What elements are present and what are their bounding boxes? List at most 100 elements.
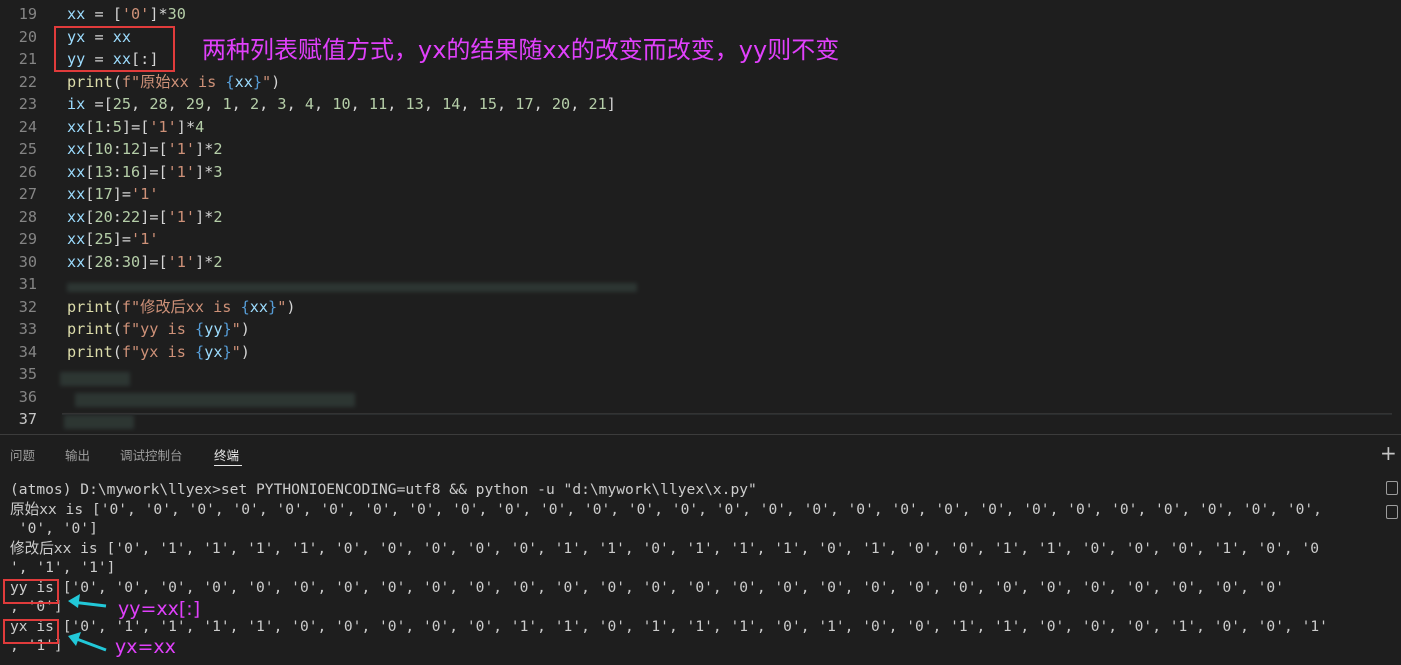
code-text: print(f"yy is {yy}") [67,318,250,340]
code-line[interactable]: 34 print(f"yx is {yx}") [0,341,1401,363]
code-token: , [314,95,333,113]
tab-output[interactable]: 输出 [65,445,90,464]
code-token: xx [67,117,86,136]
terminal-line: yy is ['0', '0', '0', '0', '0', '0', '0'… [10,578,1284,596]
tab-terminal[interactable]: 终端 [214,445,239,464]
tab-debug-console[interactable]: 调试控制台 [120,445,183,464]
code-token: : [112,140,122,158]
code-token: print [67,72,113,91]
code-token: 13 [94,162,113,181]
line-number: 29 [18,230,37,248]
code-line[interactable]: 37 [0,408,1401,430]
tab-problems[interactable]: 问题 [10,445,35,464]
code-token: xx [234,72,253,91]
code-token: { [240,297,250,316]
code-token: 20 [551,95,571,113]
yx-yy-highlight-box [54,26,175,72]
code-line[interactable]: 33 print(f"yy is {yy}") [0,318,1401,340]
code-line[interactable]: 24 xx[1:5]=['1']*4 [0,116,1401,138]
code-token: 3 [213,162,223,181]
code-token: 28 [94,252,113,271]
line-number: 28 [18,207,37,226]
code-token: 1 [222,95,232,113]
code-token: : [103,117,113,136]
code-line[interactable]: 23 ix =[25, 28, 29, 1, 2, 3, 4, 10, 11, 1… [0,93,1401,115]
code-token: 10 [94,140,113,158]
code-token: = [ [85,5,122,23]
code-text: xx[13:16]=['1']*3 [67,161,223,183]
code-token: ]* [195,140,214,158]
code-token: ]= [112,230,132,248]
line-number: 33 [18,320,37,338]
code-token: '1' [167,140,196,158]
code-token: 29 [185,95,205,113]
code-token: ( [112,320,122,338]
code-token: 30 [121,252,141,271]
code-token: " [231,342,241,361]
code-line[interactable]: 30 xx[28:30]=['1']*2 [0,251,1401,273]
code-token: '1' [149,117,177,136]
code-token: ( [112,72,122,91]
code-token: print [67,297,113,316]
code-line[interactable]: 29 xx[25]='1' [0,228,1401,250]
code-token: : [112,207,122,226]
line-number: 20 [18,27,37,46]
code-token: 2 [213,207,223,226]
terminal-list-icon[interactable] [1386,505,1398,519]
code-token: ( [112,342,122,361]
terminal-list-icon[interactable] [1386,481,1398,495]
code-token: ) [240,320,250,338]
code-token: 4 [195,117,205,136]
code-token: 17 [94,185,113,203]
add-terminal-icon[interactable]: + [1380,441,1397,465]
code-line[interactable]: 22 print(f"原始xx is {xx}") [0,71,1401,93]
line-number: 24 [18,117,37,136]
line-number: 31 [18,275,37,293]
code-token: print [67,320,113,338]
terminal-line: 原始xx is ['0', '0', '0', '0', '0', '0', '… [10,500,1322,518]
code-text: ix =[25, 28, 29, 1, 2, 3, 4, 10, 11, 13,… [67,93,616,115]
code-token: 22 [121,207,141,226]
arrow-icons [68,594,107,652]
code-line[interactable]: 27 xx[17]='1' [0,183,1401,205]
code-token: { [225,72,235,91]
code-line[interactable]: 19 xx = ['0']*30 [0,3,1401,25]
code-token: ) [240,342,250,361]
code-token: ix [67,95,86,113]
code-line[interactable]: 32 print(f"修改后xx is {xx}") [0,296,1401,318]
terminal-line: 修改后xx is ['0', '1', '1', '1', '1', '0', … [10,539,1319,557]
line-number: 35 [18,365,37,383]
code-token: } [222,342,232,361]
line-number: 19 [18,5,37,23]
code-editor[interactable]: 19 xx = ['0']*30 20 yx = xx 21 yy = xx[:] 22 pr… [0,0,1401,434]
code-token: 2 [249,95,260,113]
code-token: } [252,72,263,91]
code-text: print(f"原始xx is {xx}") [67,71,280,93]
code-token: ]= [112,185,132,203]
code-text: xx[17]='1' [67,183,158,205]
code-token: 5 [112,117,122,136]
code-token: =[ [85,95,113,113]
code-token: ]=[ [121,117,150,136]
code-token: yy [204,320,223,338]
code-token: , [387,95,406,113]
code-text: print(f"yx is {yx}") [67,341,250,363]
line-number: 30 [18,252,37,271]
left-arrow-icon [68,632,107,652]
code-line[interactable]: 28 xx[20:22]=['1']*2 [0,206,1401,228]
code-line[interactable]: 25 xx[10:12]=['1']*2 [0,138,1401,160]
code-token: , [423,95,443,113]
code-token: , [131,95,150,113]
redacted-code-region [67,283,637,292]
code-token: ]=[ [140,140,168,158]
code-line[interactable]: 26 xx[13:16]=['1']*3 [0,161,1401,183]
bottom-panel: 问题 输出 调试控制台 终端 + (atmos) D:\mywork\llyex… [0,434,1401,665]
code-token: } [268,297,278,316]
code-token: 4 [304,95,315,113]
code-token: 20 [94,207,113,226]
code-token: 12 [121,140,141,158]
code-token: 10 [332,95,351,113]
code-token: 11 [368,95,388,113]
code-line[interactable]: 35 [0,363,1401,385]
code-token: f"yy is [121,320,196,338]
